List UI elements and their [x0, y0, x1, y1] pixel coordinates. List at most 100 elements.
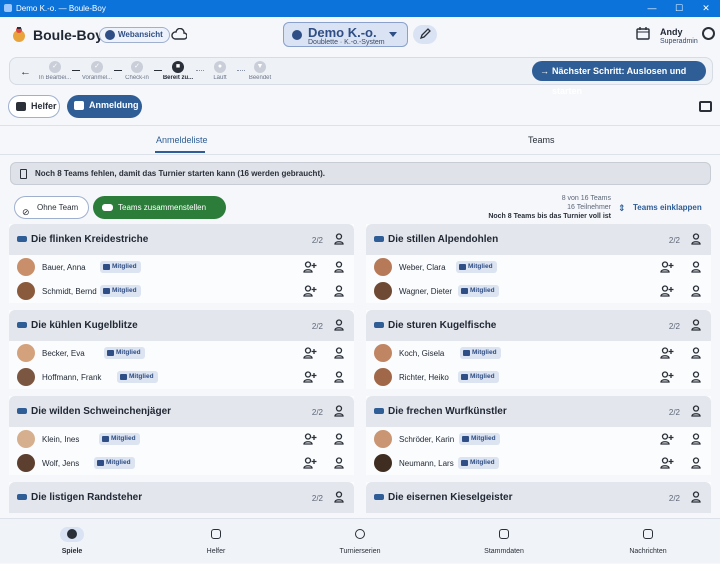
person-icon[interactable]	[691, 371, 701, 383]
globe-icon	[105, 30, 115, 40]
printer-icon[interactable]	[699, 101, 712, 112]
group-icon	[102, 204, 113, 211]
step-beendet[interactable]: ▼ Beendet	[235, 61, 285, 81]
person-icon[interactable]	[691, 405, 701, 417]
person-add-icon[interactable]	[660, 371, 674, 383]
team-header[interactable]: Die frechen Wurfkünstler 2/2	[366, 396, 711, 427]
team-header[interactable]: Die stillen Alpendohlen 2/2	[366, 224, 711, 255]
player-row[interactable]: Bauer, Anna Mitglied	[9, 255, 354, 279]
person-icon[interactable]	[691, 285, 701, 297]
person-icon[interactable]	[691, 261, 701, 273]
person-icon[interactable]	[334, 347, 344, 359]
cloud-sync-icon[interactable]	[171, 28, 187, 40]
person-icon[interactable]	[691, 457, 701, 469]
participants-count: 16 Teilnehmer	[567, 204, 611, 211]
arrow-right-icon: →	[540, 66, 549, 76]
player-row[interactable]: Weber, Clara Mitglied	[366, 255, 711, 279]
member-icon	[103, 288, 110, 294]
nav-label: Stammdaten	[484, 548, 524, 555]
app-window-icon	[4, 4, 12, 12]
ohne-team-button[interactable]: ⊘ Ohne Team	[14, 196, 89, 219]
badge-label: Mitglied	[111, 435, 136, 442]
anmeldung-pill[interactable]: Anmeldung	[67, 95, 142, 118]
person-icon[interactable]	[334, 405, 344, 417]
player-row[interactable]: Schröder, Karin Mitglied	[366, 427, 711, 451]
avatar	[374, 454, 392, 472]
player-row[interactable]: Koch, Gisela Mitglied	[366, 341, 711, 365]
tournament-selector[interactable]: Demo K.-o. Doublette · K.-o.-System	[283, 22, 408, 47]
nav-helfer[interactable]: Helfer	[144, 519, 288, 564]
person-add-icon[interactable]	[303, 347, 317, 359]
person-add-icon[interactable]	[303, 457, 317, 469]
close-button[interactable]: ✕	[693, 0, 719, 17]
person-add-icon[interactable]	[303, 285, 317, 297]
team-header[interactable]: Die sturen Kugelfische 2/2	[366, 310, 711, 341]
player-name: Schröder, Karin	[399, 435, 455, 444]
hourglass-icon	[20, 169, 27, 179]
player-row[interactable]: Becker, Eva Mitglied	[9, 341, 354, 365]
player-name: Richter, Heiko	[399, 373, 449, 382]
member-icon	[102, 436, 109, 442]
tab-anmeldeliste[interactable]: Anmeldeliste	[156, 135, 208, 145]
window-title: Demo K.-o. — Boule-Boy	[16, 4, 106, 13]
person-add-icon[interactable]	[660, 347, 674, 359]
person-icon[interactable]	[334, 261, 344, 273]
teams-zusammenstellen-button[interactable]: Teams zusammenstellen	[93, 196, 226, 219]
helfer-pill[interactable]: Helfer	[8, 95, 60, 118]
player-row[interactable]: Wolf, Jens Mitglied	[9, 451, 354, 475]
next-step-button[interactable]: → Nächster Schritt: Auslosen und starten	[532, 61, 706, 96]
edit-tournament-button[interactable]	[413, 25, 437, 44]
account-icon[interactable]	[702, 27, 715, 40]
avatar	[374, 430, 392, 448]
team-header[interactable]: Die kühlen Kugelblitze 2/2	[9, 310, 354, 341]
person-icon[interactable]	[334, 233, 344, 245]
minimize-button[interactable]: —	[639, 0, 665, 17]
helper-icon	[211, 529, 221, 539]
nav-spiele[interactable]: Spiele	[0, 519, 144, 564]
avatar	[17, 368, 35, 386]
team-card: Die kühlen Kugelblitze 2/2 Becker, Eva Mitg…	[9, 310, 354, 389]
person-icon[interactable]	[691, 347, 701, 359]
player-row[interactable]: Wagner, Dieter Mitglied	[366, 279, 711, 303]
group-icon	[374, 408, 384, 414]
person-icon[interactable]	[691, 491, 701, 503]
person-add-icon[interactable]	[660, 433, 674, 445]
person-add-icon[interactable]	[303, 371, 317, 383]
player-row[interactable]: Schmidt, Bernd Mitglied	[9, 279, 354, 303]
group-icon	[17, 236, 27, 242]
player-row[interactable]: Klein, Ines Mitglied	[9, 427, 354, 451]
nav-nachrichten[interactable]: Nachrichten	[576, 519, 720, 564]
nav-stammdaten[interactable]: Stammdaten	[432, 519, 576, 564]
maximize-button[interactable]: ☐	[666, 0, 692, 17]
person-icon[interactable]	[334, 433, 344, 445]
tab-teams[interactable]: Teams	[528, 135, 555, 145]
player-name: Hoffmann, Frank	[42, 373, 102, 382]
person-icon[interactable]	[691, 433, 701, 445]
person-icon[interactable]	[334, 491, 344, 503]
member-icon	[461, 374, 468, 380]
team-count: 2/2	[311, 322, 323, 331]
player-row[interactable]: Neumann, Lars Mitglied	[366, 451, 711, 475]
team-header[interactable]: Die eisernen Kieselgeister 2/2	[366, 482, 711, 513]
player-row[interactable]: Richter, Heiko Mitglied	[366, 365, 711, 389]
nav-turnierserien[interactable]: Turnierserien	[288, 519, 432, 564]
person-icon[interactable]	[334, 371, 344, 383]
player-row[interactable]: Hoffmann, Frank Mitglied	[9, 365, 354, 389]
webansicht-button[interactable]: Webansicht	[99, 27, 170, 43]
person-icon[interactable]	[334, 285, 344, 297]
person-add-icon[interactable]	[660, 285, 674, 297]
member-icon	[97, 460, 104, 466]
teams-einklappen-button[interactable]: ⇕ Teams einklappen	[618, 203, 702, 213]
person-icon[interactable]	[691, 319, 701, 331]
person-add-icon[interactable]	[660, 457, 674, 469]
team-header[interactable]: Die listigen Randsteher 2/2	[9, 482, 354, 513]
person-icon[interactable]	[334, 319, 344, 331]
person-add-icon[interactable]	[660, 261, 674, 273]
person-icon[interactable]	[691, 233, 701, 245]
team-header[interactable]: Die wilden Schweinchenjäger 2/2	[9, 396, 354, 427]
person-add-icon[interactable]	[303, 261, 317, 273]
calendar-icon[interactable]	[636, 26, 650, 40]
person-add-icon[interactable]	[303, 433, 317, 445]
person-icon[interactable]	[334, 457, 344, 469]
team-header[interactable]: Die flinken Kreidestriche 2/2	[9, 224, 354, 255]
